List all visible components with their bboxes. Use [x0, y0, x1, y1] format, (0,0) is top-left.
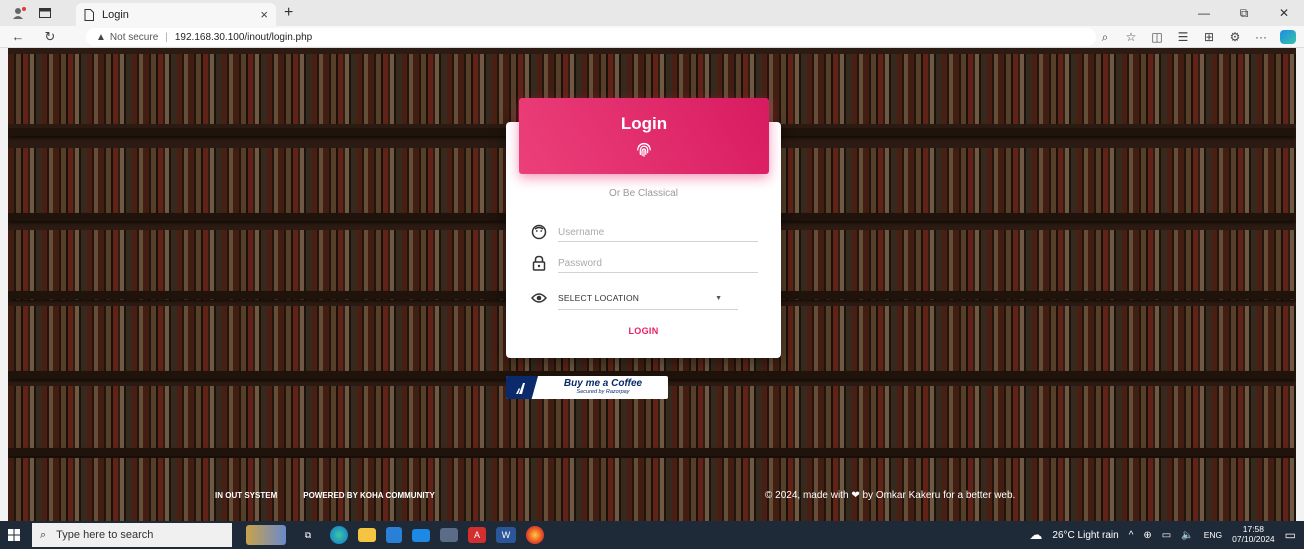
- tray-overflow-icon[interactable]: ^: [1129, 530, 1134, 541]
- footer-copyright: © 2024, made with ❤ by Omkar Kakeru for …: [765, 490, 1015, 501]
- restore-icon[interactable]: ⧉: [1224, 0, 1264, 26]
- language-indicator[interactable]: ENG: [1204, 530, 1222, 540]
- windows-taskbar: ⌕ Type here to search ⧉ A W ☁ 26°C Light…: [0, 521, 1304, 549]
- separator: |: [165, 31, 168, 43]
- coffee-label: Buy me a Coffee: [563, 378, 643, 390]
- tab-login[interactable]: Login ×: [76, 3, 276, 26]
- taskbar-apps: ⧉ A W: [246, 525, 544, 545]
- password-field: [530, 253, 758, 273]
- coffee-sublabel: Secured by Razorpay: [576, 389, 630, 396]
- security-label: Not secure: [109, 31, 159, 43]
- word-icon[interactable]: W: [496, 527, 516, 543]
- file-explorer-icon[interactable]: [358, 528, 376, 542]
- weather-text[interactable]: 26°C Light rain: [1052, 530, 1118, 541]
- coffee-text: Buy me a Coffee Secured by Razorpay: [538, 379, 668, 396]
- display-icon[interactable]: ▭: [1162, 530, 1171, 541]
- extensions-icon[interactable]: ⚙: [1228, 30, 1242, 44]
- location-select[interactable]: SELECT LOCATION ▼: [530, 288, 738, 310]
- taskbar-search-placeholder: Type here to search: [56, 529, 154, 541]
- page-icon: [84, 8, 94, 21]
- dropdown-caret-icon: ▼: [715, 294, 722, 302]
- profile-icon[interactable]: [6, 0, 32, 26]
- username-underline: [558, 241, 758, 242]
- taskbar-search[interactable]: ⌕ Type here to search: [32, 523, 232, 547]
- close-tab-icon[interactable]: ×: [260, 7, 268, 22]
- more-icon[interactable]: ···: [1254, 30, 1268, 44]
- minimize-icon[interactable]: —: [1184, 0, 1224, 26]
- heart-icon: ❤: [851, 490, 860, 501]
- browser-tab-bar: Login × + — ⧉ ✕: [0, 0, 1304, 26]
- url-text: 192.168.30.100/inout/login.php: [174, 31, 313, 43]
- footer-link-inout[interactable]: IN OUT SYSTEM: [215, 491, 277, 500]
- search-icon: ⌕: [40, 528, 47, 541]
- system-tray: ☁ 26°C Light rain ^ ⊕ ▭ 🔈 ENG 17:58 07/1…: [1029, 521, 1296, 549]
- face-icon: [530, 223, 548, 241]
- favorites-icon[interactable]: ☰: [1176, 30, 1190, 44]
- clock-date: 07/10/2024: [1232, 534, 1275, 544]
- footer-links: IN OUT SYSTEM POWERED BY KOHA COMMUNITY: [215, 491, 435, 500]
- warning-icon: ▲: [96, 31, 106, 43]
- address-bar-row: ← ↻ ▲ Not secure | 192.168.30.100/inout/…: [0, 26, 1304, 48]
- acrobat-icon[interactable]: A: [468, 527, 486, 543]
- store-icon[interactable]: [386, 527, 402, 543]
- split-screen-icon[interactable]: ◫: [1150, 30, 1164, 44]
- username-field: [530, 222, 758, 242]
- login-subtitle: Or Be Classical: [609, 188, 678, 199]
- copyright-prefix: © 2024, made with: [765, 490, 849, 501]
- notifications-icon[interactable]: ▭: [1285, 528, 1296, 542]
- tab-title: Login: [102, 8, 129, 21]
- weather-icon[interactable]: ☁: [1029, 527, 1042, 543]
- copyright-suffix: by Omkar Kakeru for a better web.: [862, 490, 1016, 501]
- window-controls: — ⧉ ✕: [1184, 0, 1304, 26]
- location-selected-value: SELECT LOCATION: [558, 293, 640, 303]
- buy-me-coffee-button[interactable]: Buy me a Coffee Secured by Razorpay: [506, 376, 668, 399]
- widgets-icon[interactable]: [246, 525, 286, 545]
- favorite-star-icon[interactable]: ☆: [1124, 30, 1138, 44]
- task-view-icon[interactable]: ⧉: [296, 525, 320, 545]
- password-input[interactable]: [558, 257, 758, 269]
- eye-icon: [530, 289, 548, 307]
- login-card-header: Login: [519, 98, 769, 174]
- address-bar[interactable]: ▲ Not secure | 192.168.30.100/inout/logi…: [86, 28, 1096, 46]
- login-title: Login: [620, 114, 668, 133]
- location-underline: [558, 309, 738, 310]
- mail-icon[interactable]: [412, 528, 430, 542]
- password-underline: [558, 272, 758, 273]
- fingerprint-icon[interactable]: [635, 140, 653, 158]
- copilot-icon[interactable]: [1280, 30, 1296, 44]
- lock-icon: [530, 254, 548, 272]
- refresh-icon[interactable]: ↻: [38, 26, 62, 48]
- network-icon[interactable]: ⊕: [1143, 530, 1151, 541]
- read-aloud-icon[interactable]: ⌕: [1098, 30, 1112, 45]
- close-window-icon[interactable]: ✕: [1264, 0, 1304, 26]
- reader-icon[interactable]: [440, 528, 458, 542]
- firefox-icon[interactable]: [526, 526, 544, 544]
- clock[interactable]: 17:58 07/10/2024: [1232, 524, 1275, 545]
- razorpay-logo-icon: [506, 376, 538, 399]
- username-input[interactable]: [558, 226, 758, 238]
- back-icon[interactable]: ←: [6, 26, 30, 48]
- tab-actions-icon[interactable]: [32, 0, 58, 26]
- new-tab-button[interactable]: +: [284, 4, 293, 22]
- browser-toolbar: ⌕ ☆ ◫ ☰ ⊞ ⚙ ···: [1098, 28, 1296, 46]
- edge-icon[interactable]: [330, 526, 348, 544]
- footer-link-koha[interactable]: POWERED BY KOHA COMMUNITY: [303, 491, 435, 500]
- collections-icon[interactable]: ⊞: [1202, 30, 1216, 44]
- volume-icon[interactable]: 🔈: [1181, 530, 1193, 541]
- login-button[interactable]: LOGIN: [506, 326, 781, 336]
- windows-start-icon[interactable]: [0, 521, 28, 549]
